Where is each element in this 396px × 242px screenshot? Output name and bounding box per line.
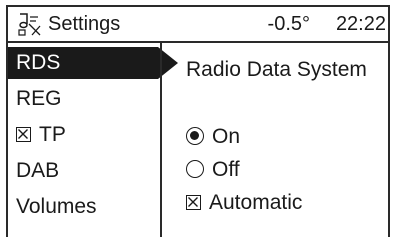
sidebar-item-volumes[interactable]: Volumes — [8, 191, 158, 223]
sidebar-item-label: REG — [16, 87, 62, 110]
page-title: Radio Data System — [186, 58, 367, 81]
sidebar-item-label: TP — [39, 123, 66, 146]
option-label: Off — [212, 158, 240, 181]
option-automatic[interactable]: Automatic — [186, 188, 302, 218]
title-bar: Settings -0.5° 22:22 — [8, 7, 388, 43]
sidebar-item-label: RDS — [16, 51, 61, 74]
option-on[interactable]: On — [186, 122, 240, 152]
sidebar-menu: RDS REG TP DAB Volumes — [8, 43, 178, 237]
radio-on[interactable] — [186, 127, 204, 145]
content-panel: Radio Data System On Off Automatic — [162, 43, 388, 237]
clock: 22:22 — [335, 13, 386, 35]
automatic-checkbox[interactable] — [186, 195, 201, 210]
sidebar-item-dab[interactable]: DAB — [8, 155, 158, 187]
sidebar-item-label: DAB — [16, 159, 60, 182]
tp-checkbox[interactable] — [16, 127, 31, 142]
sidebar-item-tp[interactable]: TP — [8, 119, 158, 151]
outside-temperature: -0.5° — [267, 13, 310, 35]
infotainment-screen: Settings -0.5° 22:22 RDS REG TP DAB Volu… — [6, 5, 390, 237]
radio-off[interactable] — [186, 160, 204, 178]
sidebar-item-reg[interactable]: REG — [8, 83, 158, 115]
app-title: Settings — [48, 13, 121, 35]
sidebar-item-label: Volumes — [16, 195, 97, 218]
option-label: Automatic — [209, 191, 303, 214]
sidebar-item-rds[interactable]: RDS — [8, 47, 178, 79]
option-label: On — [212, 125, 241, 148]
option-off[interactable]: Off — [186, 155, 240, 185]
music-note-settings-icon — [16, 12, 42, 36]
